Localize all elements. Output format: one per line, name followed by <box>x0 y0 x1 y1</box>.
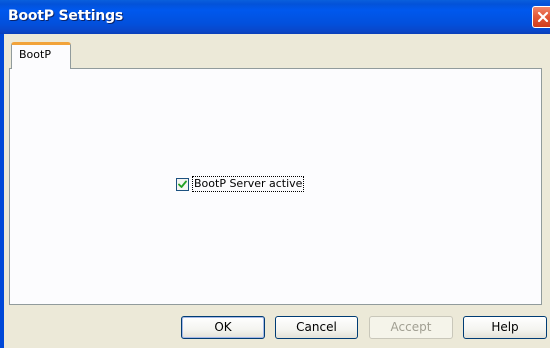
ok-button[interactable]: OK <box>181 316 265 339</box>
window-title: BootP Settings <box>8 8 124 24</box>
close-button[interactable] <box>532 6 550 28</box>
title-bar[interactable]: BootP Settings <box>0 0 550 34</box>
help-button[interactable]: Help <box>463 316 547 339</box>
bootp-server-active-label[interactable]: BootP Server active <box>192 176 305 192</box>
close-icon <box>537 11 549 23</box>
bootp-server-active-option[interactable]: BootP Server active <box>176 176 305 192</box>
window-frame-left <box>0 34 4 348</box>
checkmark-icon <box>178 180 187 188</box>
bootp-server-active-checkbox[interactable] <box>176 177 189 191</box>
tab-bootp[interactable]: BootP <box>11 42 71 69</box>
tab-bootp-label: BootP <box>19 48 51 61</box>
cancel-button[interactable]: Cancel <box>275 316 358 339</box>
accept-button[interactable]: Accept <box>369 316 453 339</box>
bootp-settings-dialog: BootP Settings BootP BootP Server active… <box>0 0 550 348</box>
